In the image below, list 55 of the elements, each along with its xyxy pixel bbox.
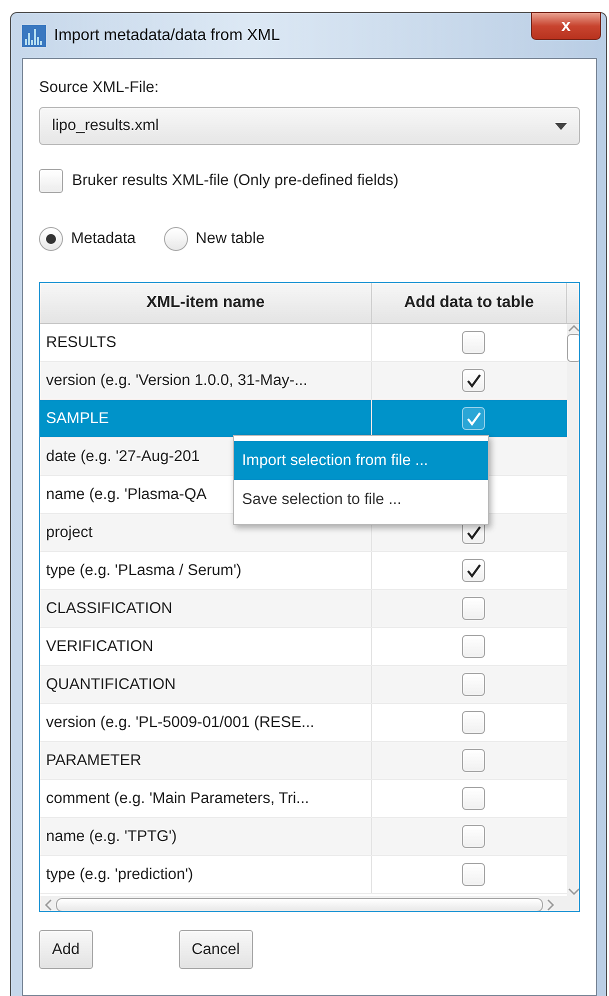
close-button[interactable]: x	[531, 12, 601, 40]
checkbox[interactable]	[462, 559, 485, 582]
table-cell: VERIFICATION	[40, 628, 372, 665]
checkbox[interactable]	[462, 863, 485, 886]
window-title: Import metadata/data from XML	[54, 26, 280, 44]
checkbox[interactable]	[462, 673, 485, 696]
table-cell: CLASSIFICATION	[40, 590, 372, 627]
checkmark-icon	[466, 526, 482, 540]
column-header[interactable]: XML-item name	[40, 283, 372, 323]
table-cell: version (e.g. 'PL-5009-01/001 (RESE...	[40, 704, 372, 741]
radio-button[interactable]: New table	[164, 227, 265, 251]
checkmark-icon	[466, 564, 482, 578]
checkbox[interactable]	[462, 369, 485, 392]
checkbox[interactable]	[462, 407, 485, 430]
table-cell: QUANTIFICATION	[40, 666, 372, 703]
table-cell: comment (e.g. 'Main Parameters, Tri...	[40, 780, 372, 817]
checkbox[interactable]	[462, 749, 485, 772]
checkbox[interactable]	[462, 331, 485, 354]
field-label: Source XML-File:	[39, 79, 160, 97]
table-row[interactable]: PARAMETER	[40, 742, 567, 780]
table-row[interactable]: version (e.g. 'Version 1.0.0, 31-May-...	[40, 362, 567, 400]
table-cell: type (e.g. 'PLasma / Serum')	[40, 552, 372, 589]
table-cell: RESULTS	[40, 324, 372, 361]
checkbox-label: Bruker results XML-file (Only pre-defined fields)	[72, 172, 398, 190]
scroll-thumb[interactable]	[567, 334, 579, 362]
vertical-scrollbar[interactable]	[567, 324, 579, 896]
table-row[interactable]: type (e.g. 'prediction')	[40, 856, 567, 894]
column-header[interactable]: Add data to table	[372, 283, 567, 323]
app-icon	[22, 24, 46, 46]
table-row[interactable]: QUANTIFICATION	[40, 666, 567, 704]
scroll-left-icon[interactable]	[44, 899, 52, 911]
scroll-down-icon[interactable]	[568, 888, 579, 896]
dialog-button[interactable]: Add	[39, 930, 93, 969]
file-dropdown[interactable]: lipo_results.xml	[39, 107, 580, 145]
checkbox[interactable]	[462, 711, 485, 734]
table-row[interactable]: CLASSIFICATION	[40, 590, 567, 628]
scroll-right-icon[interactable]	[547, 899, 555, 911]
table-cell: PARAMETER	[40, 742, 372, 779]
checkbox[interactable]	[39, 169, 63, 193]
horizontal-scrollbar[interactable]	[40, 896, 579, 911]
table-cell: name (e.g. 'TPTG')	[40, 818, 372, 855]
checkbox[interactable]	[462, 597, 485, 620]
scroll-thumb[interactable]	[56, 898, 543, 911]
checkmark-icon	[466, 374, 482, 388]
table-row[interactable]: name (e.g. 'TPTG')	[40, 818, 567, 856]
checkbox[interactable]	[462, 787, 485, 810]
dropdown-caret-icon	[555, 122, 567, 130]
checkbox[interactable]	[462, 825, 485, 848]
radio-button[interactable]: Metadata	[39, 227, 136, 251]
table-cell: version (e.g. 'Version 1.0.0, 31-May-...	[40, 362, 372, 399]
checkmark-icon	[466, 412, 482, 426]
table-cell: type (e.g. 'prediction')	[40, 856, 372, 893]
dialog-button[interactable]: Cancel	[178, 930, 253, 969]
checkbox[interactable]	[462, 635, 485, 658]
scroll-up-icon[interactable]	[568, 324, 579, 332]
